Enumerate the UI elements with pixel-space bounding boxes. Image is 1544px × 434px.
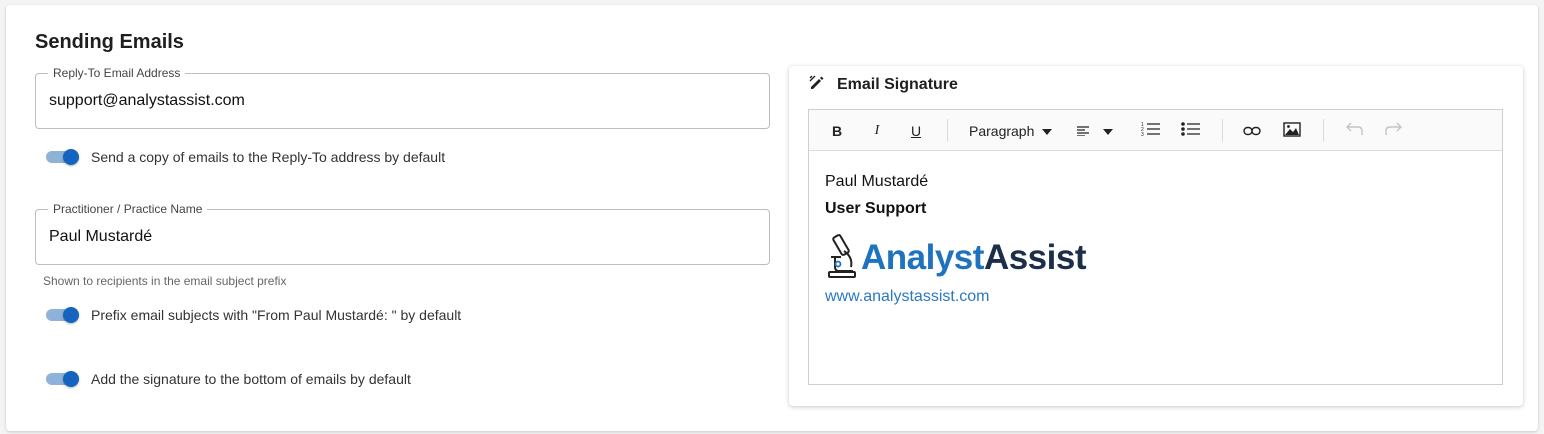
- send-copy-toggle-row: Send a copy of emails to the Reply-To ad…: [46, 147, 445, 167]
- undo-icon: [1346, 122, 1364, 139]
- switch-thumb: [63, 307, 79, 323]
- chevron-down-icon: [1042, 123, 1053, 139]
- prefix-subject-toggle-row: Prefix email subjects with "From Paul Mu…: [46, 305, 461, 325]
- undo-button[interactable]: [1343, 110, 1367, 151]
- send-copy-switch[interactable]: [46, 147, 79, 167]
- signature-name: Paul Mustardé: [825, 173, 929, 190]
- signature-pen-icon: [809, 75, 825, 96]
- practice-name-label: Practitioner / Practice Name: [48, 202, 208, 216]
- underline-button[interactable]: U: [904, 110, 928, 151]
- bulleted-list-icon: [1181, 121, 1201, 140]
- reply-to-field[interactable]: Reply-To Email Address support@analystas…: [35, 66, 770, 129]
- image-button[interactable]: [1280, 110, 1304, 151]
- signature-content[interactable]: Paul Mustardé User Support Analyst Assis…: [825, 168, 1492, 306]
- switch-thumb: [63, 371, 79, 387]
- signature-role: User Support: [825, 200, 927, 217]
- link-button[interactable]: [1240, 110, 1264, 151]
- link-icon: [1243, 123, 1261, 139]
- signature-website-link[interactable]: www.analystassist.com: [825, 288, 1492, 306]
- chevron-down-icon: [1103, 123, 1113, 139]
- prefix-subject-label: Prefix email subjects with "From Paul Mu…: [91, 307, 462, 323]
- analyst-assist-logo: Analyst Assist: [825, 233, 1492, 284]
- prefix-subject-switch[interactable]: [46, 305, 79, 325]
- signature-editor[interactable]: B I U Paragraph 1 2 3 Paul Mustardé User…: [808, 109, 1503, 385]
- signature-title: Email Signature: [837, 76, 958, 93]
- add-signature-toggle-row: Add the signature to the bottom of email…: [46, 369, 411, 389]
- add-signature-switch[interactable]: [46, 369, 79, 389]
- practice-name-field[interactable]: Practitioner / Practice Name Paul Mustar…: [35, 202, 770, 265]
- paragraph-dropdown[interactable]: Paragraph: [969, 110, 1057, 151]
- svg-text:3: 3: [1141, 132, 1144, 137]
- redo-icon: [1384, 122, 1402, 139]
- numbered-list-button[interactable]: 1 2 3: [1139, 110, 1163, 151]
- toolbar-divider: [1222, 119, 1223, 142]
- bold-button[interactable]: B: [825, 110, 849, 151]
- numbered-list-icon: 1 2 3: [1141, 121, 1161, 140]
- switch-thumb: [63, 149, 79, 165]
- italic-button[interactable]: I: [865, 110, 889, 151]
- image-icon: [1283, 121, 1301, 140]
- logo-analyst-text: Analyst: [861, 238, 984, 277]
- reply-to-value[interactable]: support@analystassist.com: [49, 92, 245, 110]
- add-signature-label: Add the signature to the bottom of email…: [91, 371, 411, 387]
- redo-button[interactable]: [1381, 110, 1405, 151]
- section-title: Sending Emails: [35, 31, 184, 53]
- practice-name-helper: Shown to recipients in the email subject…: [43, 274, 287, 288]
- toolbar-divider: [1323, 119, 1324, 142]
- microscope-icon: [825, 233, 859, 284]
- bulleted-list-button[interactable]: [1179, 110, 1203, 151]
- toolbar-divider: [947, 119, 948, 142]
- paragraph-label: Paragraph: [969, 122, 1035, 139]
- practice-name-value[interactable]: Paul Mustardé: [49, 228, 152, 246]
- editor-toolbar: B I U Paragraph 1 2 3: [809, 110, 1502, 151]
- logo-assist-text: Assist: [983, 238, 1087, 277]
- email-signature-panel: Email Signature B I U Paragraph 1 2 3 Pa…: [789, 66, 1523, 406]
- send-copy-label: Send a copy of emails to the Reply-To ad…: [91, 149, 446, 165]
- signature-header: Email Signature: [809, 75, 958, 95]
- align-left-icon: [1077, 123, 1089, 139]
- reply-to-label: Reply-To Email Address: [48, 66, 186, 80]
- alignment-dropdown[interactable]: [1077, 110, 1121, 151]
